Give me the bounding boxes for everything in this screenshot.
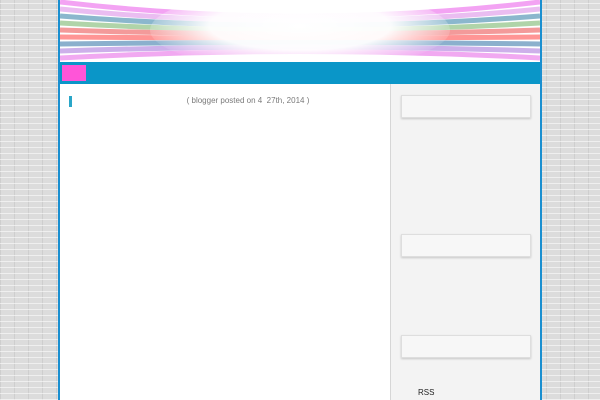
page-frame: ( blogger posted on 4 27th, 2014 ) RSS: [58, 0, 542, 400]
nav-bar: [60, 62, 540, 84]
rss-link[interactable]: RSS: [418, 388, 434, 397]
header-banner: [60, 0, 540, 62]
main-content: ( blogger posted on 4 27th, 2014 ): [60, 84, 391, 400]
sidebar-widget-1: [401, 95, 531, 118]
sidebar: RSS: [391, 84, 540, 400]
post-meta: ( blogger posted on 4 27th, 2014 ): [186, 96, 310, 105]
rainbow-stripes-banner: [60, 0, 540, 62]
sidebar-widget-2: [401, 234, 531, 257]
nav-item-block[interactable]: [62, 65, 86, 81]
sidebar-widget-3: [401, 335, 531, 358]
